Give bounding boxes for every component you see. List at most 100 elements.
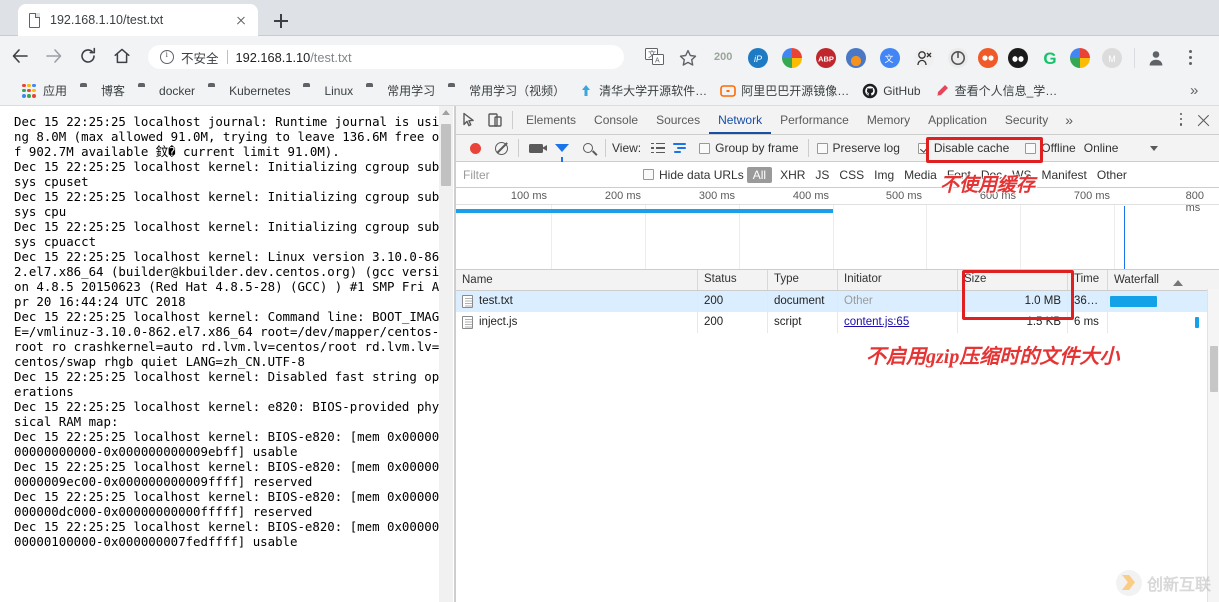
caret-down-icon[interactable] <box>1150 145 1159 151</box>
user-script-extension-icon[interactable] <box>914 48 934 68</box>
page-scrollbar-thumb[interactable] <box>441 124 451 186</box>
inspect-element-icon[interactable] <box>456 107 482 133</box>
star-icon[interactable] <box>678 48 698 73</box>
funnel-filter-icon[interactable] <box>549 135 575 162</box>
bookmark-item-blog[interactable]: 博客 <box>80 82 125 99</box>
home-button[interactable] <box>108 42 136 70</box>
new-tab-button[interactable] <box>268 8 294 34</box>
filter-type-media[interactable]: Media <box>899 168 942 182</box>
bookmark-item-study-video[interactable]: 常用学习（视频） <box>448 82 565 99</box>
bookmark-apps[interactable]: 应用 <box>22 82 67 99</box>
tab-console[interactable]: Console <box>585 106 647 134</box>
preserve-log-checkbox[interactable]: Preserve log <box>816 141 900 155</box>
column-header-status[interactable]: Status <box>698 270 768 290</box>
checkbox-box[interactable] <box>917 142 929 154</box>
scroll-up-arrow-icon[interactable] <box>442 110 450 115</box>
column-header-waterfall[interactable]: Waterfall <box>1114 274 1159 286</box>
bookmark-item-study[interactable]: 常用学习 <box>366 82 435 99</box>
group-by-frame-checkbox[interactable]: Group by frame <box>699 141 799 155</box>
tab-sources[interactable]: Sources <box>647 106 709 134</box>
disable-cache-checkbox[interactable]: Disable cache <box>917 141 1009 155</box>
infinity-extension-icon[interactable] <box>978 48 998 68</box>
grammarly-extension-icon[interactable]: G <box>1040 48 1060 68</box>
table-row[interactable]: inject.js 200 script content.js:65 1.5 K… <box>456 312 1219 333</box>
info-circle-icon[interactable] <box>160 49 174 64</box>
svg-text:iP: iP <box>754 54 762 64</box>
devtools-scrollbar[interactable] <box>1207 289 1219 602</box>
firefox-like-extension-icon[interactable] <box>846 48 866 68</box>
forward-button[interactable] <box>40 42 68 70</box>
google-translate-extension-icon[interactable]: 文 <box>880 48 900 68</box>
filter-type-manifest[interactable]: Manifest <box>1037 168 1092 182</box>
column-header-initiator[interactable]: Initiator <box>838 270 958 290</box>
checkbox-box[interactable] <box>1025 142 1037 154</box>
checkbox-box[interactable] <box>643 169 654 180</box>
chrome-extension-icon[interactable] <box>782 48 802 68</box>
filter-type-other[interactable]: Other <box>1092 168 1132 182</box>
bookmark-item-linux[interactable]: Linux <box>303 83 353 99</box>
column-header-type[interactable]: Type <box>768 270 838 290</box>
kebab-menu-icon[interactable] <box>1182 47 1198 69</box>
column-header-size[interactable]: Size <box>958 270 1068 290</box>
tab-application[interactable]: Application <box>919 106 996 134</box>
checkbox-box[interactable] <box>816 142 828 154</box>
overview-gridline <box>551 205 552 269</box>
request-initiator[interactable]: content.js:65 <box>838 312 958 333</box>
panda-extension-icon[interactable] <box>1008 48 1028 68</box>
devtools-scrollbar-thumb[interactable] <box>1210 346 1218 392</box>
network-overview[interactable]: 100 ms 200 ms 300 ms 400 ms 500 ms 600 m… <box>456 188 1219 270</box>
ip-extension-icon[interactable]: iP <box>748 48 768 68</box>
column-header-time[interactable]: Time <box>1068 270 1108 290</box>
folder-icon <box>80 83 96 99</box>
offline-checkbox[interactable]: Offline <box>1025 141 1076 155</box>
bookmark-item-alibaba[interactable]: 阿里巴巴开源镜像… <box>720 82 849 99</box>
bookmark-label: docker <box>159 83 196 98</box>
throttling-label[interactable]: Online <box>1084 141 1119 155</box>
filter-input[interactable]: Filter <box>462 165 626 184</box>
chrome-profile-extension-icon[interactable] <box>1070 48 1090 68</box>
tab-security[interactable]: Security <box>996 106 1057 134</box>
tab-memory[interactable]: Memory <box>858 106 919 134</box>
folder-icon <box>448 83 464 99</box>
close-icon[interactable] <box>1196 113 1211 128</box>
camera-icon[interactable] <box>523 135 549 161</box>
loop-extension-icon[interactable] <box>948 48 968 68</box>
browser-tab[interactable]: 192.168.1.10/test.txt <box>18 4 258 36</box>
kebab-menu-icon[interactable] <box>1173 110 1189 130</box>
bookmark-item-profile[interactable]: 查看个人信息_学… <box>934 82 1057 99</box>
table-row[interactable]: test.txt 200 document Other 1.0 MB 36… <box>456 291 1219 312</box>
waterfall-view-icon[interactable] <box>669 135 691 161</box>
checkbox-box[interactable] <box>699 142 711 154</box>
record-circle-icon[interactable] <box>462 135 488 161</box>
hide-data-urls-checkbox[interactable]: Hide data URLs <box>643 168 744 182</box>
clear-prohibited-icon[interactable] <box>488 135 514 161</box>
momentum-extension-icon[interactable]: M <box>1102 48 1122 68</box>
list-view-icon[interactable] <box>647 135 669 161</box>
avatar-icon[interactable] <box>1146 48 1166 68</box>
bookmark-item-github[interactable]: GitHub <box>862 83 921 99</box>
filter-type-xhr[interactable]: XHR <box>775 168 810 182</box>
adblock-plus-icon[interactable]: ABP <box>816 48 836 68</box>
filter-type-all[interactable]: All <box>746 166 773 183</box>
filter-type-js[interactable]: JS <box>810 168 834 182</box>
bookmark-item-kubernetes[interactable]: Kubernetes <box>208 83 290 99</box>
page-scrollbar[interactable] <box>439 106 453 602</box>
bookmark-item-tsinghua[interactable]: 清华大学开源软件… <box>578 82 707 99</box>
address-bar[interactable]: 不安全 192.168.1.10 /test.txt <box>148 45 624 69</box>
bookmark-item-docker[interactable]: docker <box>138 83 195 99</box>
search-icon[interactable] <box>575 135 601 161</box>
filter-type-css[interactable]: CSS <box>834 168 869 182</box>
device-toolbar-icon[interactable] <box>482 107 508 133</box>
column-header-name[interactable]: Name <box>456 270 698 290</box>
back-button[interactable] <box>6 42 34 70</box>
bookmarks-overflow-button[interactable]: » <box>1190 82 1198 99</box>
chevron-double-right-icon[interactable]: » <box>1057 112 1081 128</box>
sort-ascending-icon[interactable] <box>1172 279 1183 286</box>
close-icon[interactable] <box>232 11 250 29</box>
tab-network[interactable]: Network <box>709 106 772 134</box>
translate-icon[interactable]: 文A <box>645 48 665 66</box>
filter-type-img[interactable]: Img <box>869 168 899 182</box>
tab-elements[interactable]: Elements <box>517 106 585 134</box>
tab-performance[interactable]: Performance <box>771 106 858 134</box>
reload-button[interactable] <box>74 42 102 70</box>
